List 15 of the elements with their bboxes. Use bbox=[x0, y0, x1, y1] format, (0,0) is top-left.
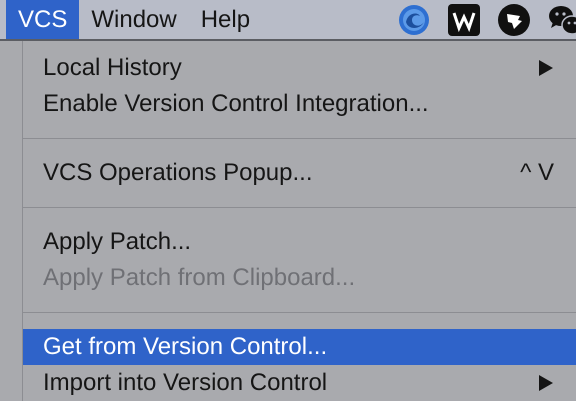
menu-bar-item[interactable]: Window bbox=[79, 0, 189, 39]
menu-item[interactable]: Enable Version Control Integration... bbox=[23, 86, 576, 122]
swirl-logo-icon bbox=[398, 4, 430, 36]
menu-item[interactable]: Local History bbox=[23, 50, 576, 86]
menu-item[interactable]: Apply Patch... bbox=[23, 224, 576, 260]
submenu-arrow-icon bbox=[538, 374, 554, 392]
menu-bar-item[interactable]: VCS bbox=[6, 0, 80, 39]
submenu-arrow-icon bbox=[538, 59, 554, 77]
bird-logo-icon bbox=[498, 4, 530, 36]
shortcut-label: ^ V bbox=[520, 158, 554, 188]
menu-item[interactable]: Get from Version Control... bbox=[23, 329, 576, 365]
menu-item[interactable]: Import into Version Control bbox=[23, 365, 576, 401]
menu-item[interactable]: VCS Operations Popup... ^ V bbox=[23, 155, 576, 191]
w-logo-icon bbox=[448, 4, 480, 36]
menu-bar-item[interactable]: Help bbox=[188, 0, 262, 39]
